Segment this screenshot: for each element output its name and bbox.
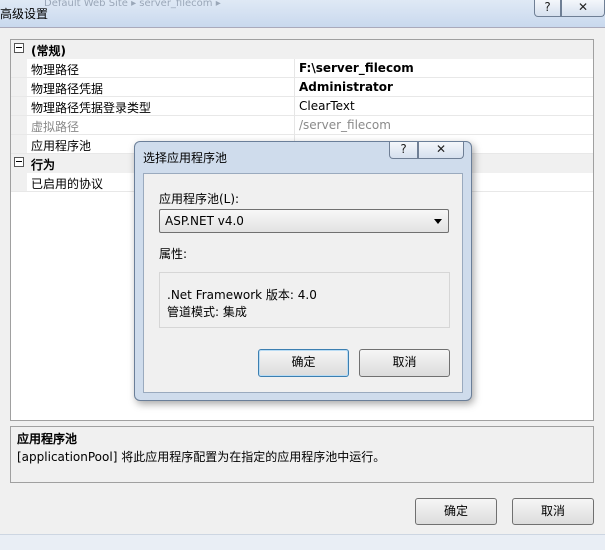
close-icon: ✕ bbox=[435, 142, 447, 156]
description-text: [applicationPool] 将此应用程序配置为在指定的应用程序池中运行。 bbox=[17, 450, 386, 464]
dialog-ok-button[interactable]: 确定 bbox=[258, 349, 349, 377]
row-gutter bbox=[11, 135, 27, 153]
description-title: 应用程序池 bbox=[17, 432, 78, 446]
properties-label: 属性: bbox=[159, 247, 188, 261]
title-bar: Default Web Site ▸ server_filecom ▸ 高级设置… bbox=[0, 0, 605, 28]
property-name: 已启用的协议 bbox=[31, 177, 104, 191]
background-breadcrumb: Default Web Site ▸ server_filecom ▸ bbox=[44, 0, 221, 9]
dialog-body: 应用程序池(L): ASP.NET v4.0 属性: .Net Framewor… bbox=[143, 173, 463, 393]
property-name: 物理路径凭据登录类型 bbox=[31, 101, 152, 115]
category-label: (常规) bbox=[31, 44, 66, 58]
description-panel: 应用程序池 [applicationPool] 将此应用程序配置为在指定的应用程… bbox=[10, 426, 594, 483]
dropdown-arrow-icon[interactable] bbox=[434, 219, 442, 224]
property-framework-version: .Net Framework 版本: 4.0 bbox=[167, 288, 317, 302]
row-gutter bbox=[11, 116, 27, 134]
app-pool-select[interactable]: ASP.NET v4.0 bbox=[159, 209, 449, 233]
row-gutter bbox=[11, 173, 27, 191]
row-gutter bbox=[11, 59, 27, 77]
bottom-strip bbox=[0, 534, 605, 550]
help-button[interactable]: ? bbox=[534, 0, 561, 17]
property-name: 应用程序池 bbox=[31, 139, 92, 153]
help-icon: ? bbox=[400, 142, 407, 156]
category-general[interactable]: (常规) bbox=[11, 40, 593, 59]
app-pool-label: 应用程序池(L): bbox=[159, 192, 240, 206]
property-value[interactable]: F:\server_filecom bbox=[299, 61, 414, 75]
cancel-button[interactable]: 取消 bbox=[512, 498, 594, 525]
help-icon: ? bbox=[544, 0, 551, 14]
app-pool-selected-value: ASP.NET v4.0 bbox=[165, 214, 244, 228]
property-row-logon-type[interactable]: 物理路径凭据登录类型 ClearText bbox=[11, 97, 593, 116]
property-value[interactable]: ClearText bbox=[299, 99, 355, 113]
property-name: 虚拟路径 bbox=[31, 120, 80, 134]
properties-box: .Net Framework 版本: 4.0 管道模式: 集成 bbox=[159, 272, 450, 328]
collapse-icon[interactable] bbox=[14, 43, 24, 53]
dialog-title: 选择应用程序池 bbox=[143, 151, 228, 165]
property-name: 物理路径 bbox=[31, 63, 80, 77]
property-value[interactable]: Administrator bbox=[299, 80, 393, 94]
collapse-icon[interactable] bbox=[14, 157, 24, 167]
select-app-pool-dialog: 选择应用程序池 ? ✕ 应用程序池(L): ASP.NET v4.0 属性: .… bbox=[134, 141, 472, 401]
dialog-cancel-button[interactable]: 取消 bbox=[359, 349, 450, 377]
property-row-physical-path[interactable]: 物理路径 F:\server_filecom bbox=[11, 59, 593, 78]
property-row-virtual-path[interactable]: 虚拟路径 /server_filecom bbox=[11, 116, 593, 135]
property-row-credentials[interactable]: 物理路径凭据 Administrator bbox=[11, 78, 593, 97]
ok-button[interactable]: 确定 bbox=[415, 498, 497, 525]
close-icon: ✕ bbox=[577, 0, 589, 14]
property-pipeline-mode: 管道模式: 集成 bbox=[167, 305, 247, 319]
property-name: 物理路径凭据 bbox=[31, 82, 104, 96]
property-value: /server_filecom bbox=[299, 118, 391, 132]
row-gutter bbox=[11, 97, 27, 115]
category-label: 行为 bbox=[31, 158, 56, 172]
row-gutter bbox=[11, 78, 27, 96]
dialog-help-button[interactable]: ? bbox=[389, 142, 418, 159]
close-button[interactable]: ✕ bbox=[561, 0, 605, 17]
window-title: 高级设置 bbox=[0, 7, 49, 21]
dialog-close-button[interactable]: ✕ bbox=[418, 142, 464, 159]
